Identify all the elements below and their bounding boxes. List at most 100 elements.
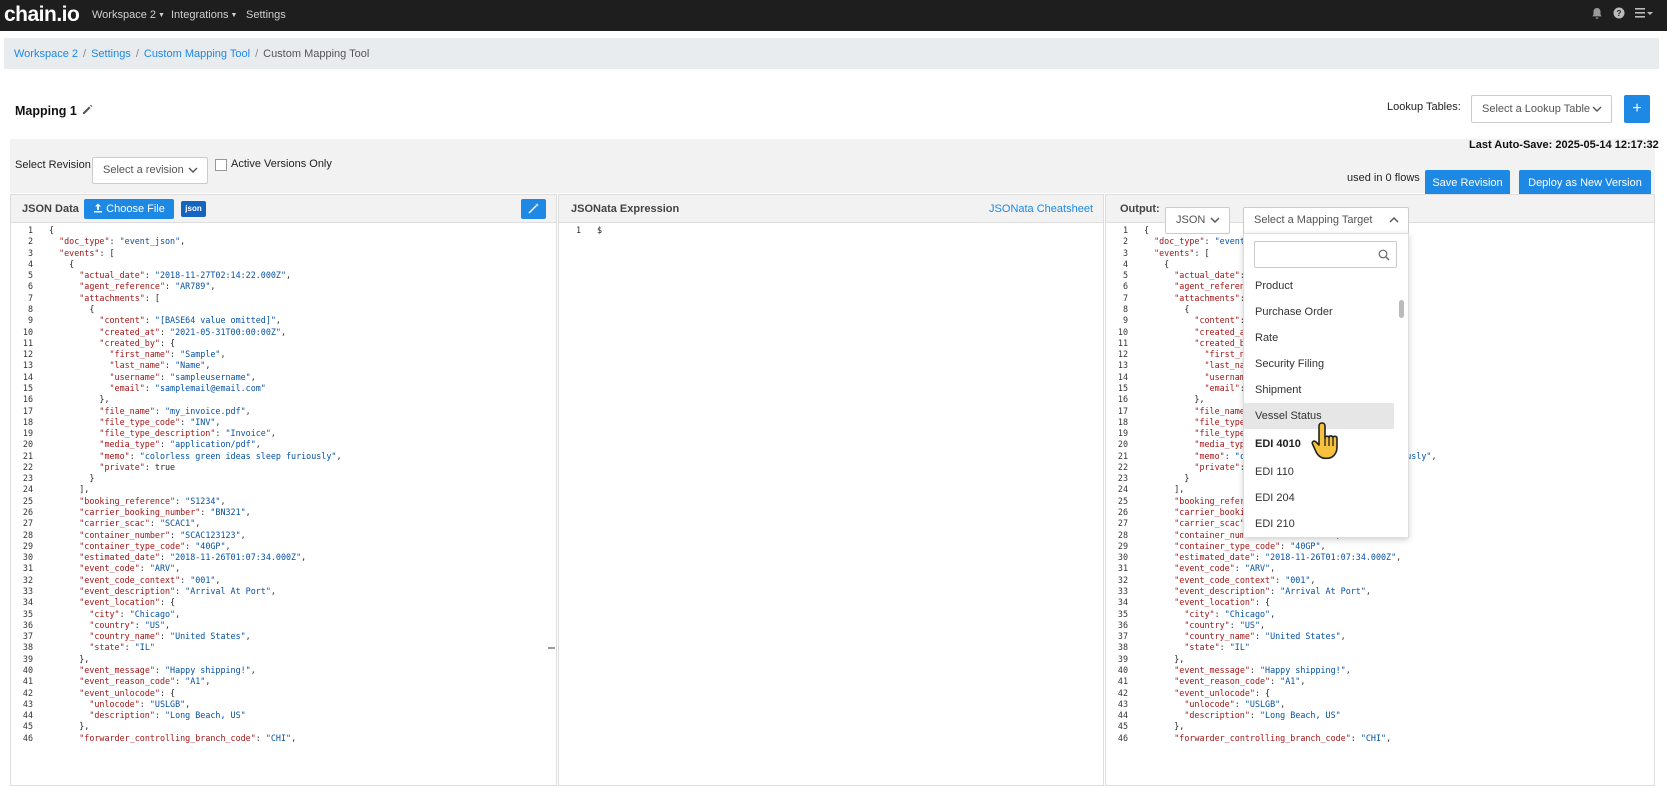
- line-number: 25: [22, 495, 33, 506]
- line-number: 13: [22, 360, 33, 371]
- output-title: Output:: [1120, 203, 1160, 215]
- jsonata-cheatsheet-link[interactable]: JSONata Cheatsheet: [989, 203, 1093, 215]
- breadcrumb-custom-mapping-tool[interactable]: Custom Mapping Tool: [144, 48, 250, 60]
- line-number: 42: [22, 687, 33, 698]
- dropdown-option[interactable]: Rate: [1244, 325, 1394, 351]
- code-line: 28 "container_number": "SCAC123123",: [11, 530, 556, 541]
- line-number: 38: [1117, 642, 1128, 653]
- line-number: 21: [1117, 450, 1128, 461]
- edit-pencil-icon[interactable]: [82, 104, 93, 118]
- choose-file-button[interactable]: Choose File: [84, 199, 174, 219]
- line-number: 19: [1117, 428, 1128, 439]
- code-line: 37 "country_name": "United States",: [1106, 631, 1654, 642]
- breadcrumb-settings[interactable]: Settings: [91, 48, 131, 60]
- line-number: 25: [1117, 495, 1128, 506]
- line-number: 29: [22, 540, 33, 551]
- jsonata-code: $: [597, 225, 603, 235]
- line-number: 26: [1117, 507, 1128, 518]
- dropdown-option[interactable]: EDI 210: [1244, 511, 1394, 537]
- dropdown-option[interactable]: Purchase Order: [1244, 299, 1394, 325]
- dropdown-option[interactable]: Product: [1244, 273, 1394, 299]
- code-line: 42 "event_unlocode": {: [11, 688, 556, 699]
- deploy-new-version-button[interactable]: Deploy as New Version: [1519, 170, 1651, 197]
- chainio-logo[interactable]: chain.io: [4, 4, 80, 26]
- line-number: 28: [22, 529, 33, 540]
- line-number: 32: [1117, 574, 1128, 585]
- chevron-down-icon: [188, 158, 198, 193]
- line-number: 35: [1117, 608, 1128, 619]
- code-line: 43 "unlocode": "USLGB",: [1106, 699, 1654, 710]
- code-line: 22 "private": true: [11, 462, 556, 473]
- dropdown-option[interactable]: EDI 204: [1244, 485, 1394, 511]
- mapping-target-placeholder: Select a Mapping Target: [1254, 214, 1373, 226]
- nav-settings[interactable]: Settings: [246, 9, 286, 21]
- active-versions-label: Active Versions Only: [231, 158, 332, 170]
- line-number: 39: [1117, 653, 1128, 664]
- add-lookup-button[interactable]: +: [1624, 95, 1650, 123]
- dropdown-scroll-thumb[interactable]: [1399, 300, 1404, 318]
- line-number: 26: [22, 507, 33, 518]
- bell-icon[interactable]: [1590, 7, 1604, 21]
- jsonata-title: JSONata Expression: [571, 203, 680, 215]
- code-line: 31 "event_code": "ARV",: [1106, 563, 1654, 574]
- output-format-select[interactable]: JSON: [1165, 207, 1230, 234]
- json-data-editor[interactable]: 1{2 "doc_type": "event_json", 3 "events":…: [11, 225, 556, 785]
- line-number: 24: [22, 484, 33, 495]
- line-number: 14: [22, 371, 33, 382]
- line-number: 45: [1117, 721, 1128, 732]
- line-number: 18: [22, 416, 33, 427]
- jsonata-editor[interactable]: 1 $: [559, 225, 1103, 785]
- last-autosave: Last Auto-Save: 2025-05-14 12:17:32: [1469, 139, 1659, 151]
- code-line: 32 "event_code_context": "001",: [1106, 575, 1654, 586]
- dropdown-option[interactable]: Shipment: [1244, 377, 1394, 403]
- code-line: 42 "event_unlocode": {: [1106, 688, 1654, 699]
- code-line: 6 "agent_reference": "AR789",: [11, 281, 556, 292]
- resize-handle[interactable]: [548, 647, 555, 649]
- code-line: 11 "created_by": {: [11, 338, 556, 349]
- breadcrumb-current: Custom Mapping Tool: [263, 48, 370, 60]
- breadcrumb-separator: /: [135, 48, 139, 60]
- code-line: 9 "content": "[BASE64 value omitted]",: [11, 315, 556, 326]
- line-number: 17: [22, 405, 33, 416]
- code-line: 10 "created_at": "2021-05-31T00:00:00Z",: [11, 327, 556, 338]
- line-number: 16: [22, 394, 33, 405]
- mapping-target-select[interactable]: Select a Mapping Target: [1243, 207, 1409, 234]
- caret-down-icon: ▼: [230, 12, 238, 19]
- help-icon[interactable]: ?: [1612, 7, 1626, 21]
- code-line: 13 "last_name": "Name",: [11, 360, 556, 371]
- line-number: 3: [1122, 247, 1128, 258]
- save-revision-button[interactable]: Save Revision: [1425, 170, 1510, 197]
- code-line: 15 "email": "samplemail@email.com": [11, 383, 556, 394]
- dropdown-option[interactable]: Security Filing: [1244, 351, 1394, 377]
- line-number: 10: [22, 326, 33, 337]
- svg-text:?: ?: [1617, 9, 1622, 18]
- code-line: 39 },: [11, 654, 556, 665]
- jsonata-header: JSONata Expression JSONata Cheatsheet: [559, 195, 1103, 223]
- line-number: 2: [1122, 236, 1128, 247]
- code-line: 33 "event_description": "Arrival At Port…: [1106, 586, 1654, 597]
- line-number: 40: [1117, 664, 1128, 675]
- code-line: 18 "file_type_code": "INV",: [11, 417, 556, 428]
- line-number: 37: [22, 631, 33, 642]
- line-number: 2: [27, 236, 33, 247]
- line-number: 7: [27, 292, 33, 303]
- line-number: 10: [1117, 326, 1128, 337]
- active-versions-checkbox[interactable]: [215, 159, 227, 171]
- breadcrumb-workspace[interactable]: Workspace 2: [14, 48, 78, 60]
- line-number: 31: [22, 563, 33, 574]
- line-number: 4: [1122, 258, 1128, 269]
- nav-integrations[interactable]: Integrations ▼: [171, 9, 237, 21]
- line-number: 11: [1117, 337, 1128, 348]
- code-line: 43 "unlocode": "USLGB",: [11, 699, 556, 710]
- line-number: 34: [1117, 597, 1128, 608]
- code-line: 38 "state": "IL": [1106, 642, 1654, 653]
- magic-format-button[interactable]: [521, 199, 546, 219]
- lookup-table-select[interactable]: Select a Lookup Table: [1471, 95, 1612, 123]
- dropdown-search-input[interactable]: [1254, 241, 1397, 268]
- nav-workspace[interactable]: Workspace 2 ▼: [92, 9, 165, 21]
- menu-icon[interactable]: [1634, 7, 1654, 21]
- line-number: 9: [1122, 315, 1128, 326]
- line-number: 28: [1117, 529, 1128, 540]
- line-number: 39: [22, 653, 33, 664]
- revision-select[interactable]: Select a revision: [92, 157, 208, 184]
